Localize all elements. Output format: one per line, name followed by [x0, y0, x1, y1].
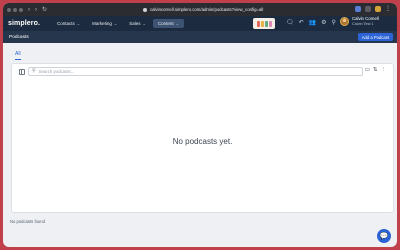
address-bar[interactable]: calvincornell.simplero.com/admin/podcast…	[143, 5, 263, 14]
history-icon[interactable]: ↶	[299, 20, 304, 26]
chevron-down-icon: ⌄	[76, 21, 81, 26]
app-logo[interactable]: simplero.	[8, 20, 40, 27]
chevron-down-icon: ⌄	[142, 21, 146, 26]
sidebar-toggle-icon[interactable]	[19, 69, 25, 75]
search-icon[interactable]: ⚲	[332, 20, 336, 26]
nav-item-label: Content	[157, 21, 174, 26]
tab-all[interactable]: All	[15, 51, 21, 60]
nav-item-content[interactable]: Content ⌄	[152, 19, 185, 28]
nav-item-sales[interactable]: Sales ⌄	[124, 19, 151, 28]
nav-item-contacts[interactable]: Contacts ⌄	[52, 19, 85, 28]
app-header: simplero. Contacts ⌄ Marketing ⌄ Sales ⌄…	[3, 16, 397, 31]
search-input[interactable]: ⚲ Search podcasts...	[28, 67, 363, 76]
avatar	[340, 17, 349, 26]
nav-item-label: Sales	[129, 21, 141, 26]
promo-badge[interactable]	[253, 18, 275, 29]
nav-item-marketing[interactable]: Marketing ⌄	[87, 19, 122, 28]
promo-badge-graphic	[264, 20, 268, 27]
back-icon[interactable]: ‹	[28, 7, 30, 13]
help-chat-button[interactable]: 💬	[377, 229, 391, 243]
chevron-down-icon: ⌄	[175, 21, 180, 26]
page-title: Podcasts	[9, 34, 29, 40]
main-nav: Contacts ⌄ Marketing ⌄ Sales ⌄ Content ⌄	[52, 19, 185, 28]
add-podcast-button[interactable]: Add a Podcast	[357, 33, 393, 41]
user-account: Calvin Test 1	[352, 21, 374, 26]
search-placeholder: Search podcasts...	[38, 69, 75, 74]
users-icon[interactable]: 👥	[309, 20, 316, 26]
chat-bubble-icon: 💬	[379, 233, 389, 240]
browser-extensions: ⋮	[355, 6, 391, 12]
podcasts-panel: ⚲ Search podcasts... ▭ ⇅ ⋮ No podcasts y…	[11, 63, 394, 213]
promo-badge-graphic	[268, 20, 272, 27]
page-header: Podcasts Add a Podcast	[3, 31, 397, 43]
profile-icon[interactable]	[375, 6, 381, 12]
settings-icon[interactable]: ⚙	[321, 20, 326, 26]
panel-tools: ▭ ⇅ ⋮	[365, 67, 387, 74]
promo-badge-graphic	[260, 20, 264, 27]
user-info: Calvin Cornell Calvin Test 1	[352, 16, 379, 26]
browser-toolbar: ‹ › ↻ calvincornell.simplero.com/admin/p…	[3, 3, 397, 16]
minimize-window-button[interactable]	[13, 7, 17, 12]
site-info-icon[interactable]	[143, 7, 147, 12]
more-options-icon[interactable]: ⋮	[381, 67, 387, 74]
nav-item-label: Marketing	[92, 21, 112, 26]
browser-menu-icon[interactable]: ⋮	[385, 6, 391, 12]
chat-icon[interactable]: 🗨	[286, 20, 294, 26]
user-menu[interactable]: Calvin Cornell Calvin Test 1	[340, 16, 379, 26]
results-status: No podcasts found	[10, 219, 45, 224]
empty-state-message: No podcasts yet.	[172, 137, 233, 146]
maximize-window-button[interactable]	[19, 7, 23, 12]
reload-icon[interactable]: ↻	[42, 7, 47, 13]
address-bar-text: calvincornell.simplero.com/admin/podcast…	[150, 7, 264, 12]
nav-item-label: Contacts	[57, 21, 75, 26]
chevron-down-icon: ⌄	[113, 21, 118, 26]
extension-icon[interactable]	[355, 6, 361, 12]
forward-icon[interactable]: ›	[35, 7, 37, 13]
promo-badge-graphic	[256, 20, 260, 27]
window-controls	[7, 7, 23, 12]
search-icon: ⚲	[32, 68, 36, 74]
browser-window: ‹ › ↻ calvincornell.simplero.com/admin/p…	[3, 3, 397, 247]
extension-icon[interactable]	[365, 6, 371, 12]
columns-icon[interactable]: ▭	[365, 67, 370, 74]
header-tools: 🗨 ↶ 👥 ⚙ ⚲	[286, 20, 336, 26]
close-window-button[interactable]	[7, 7, 11, 12]
sort-icon[interactable]: ⇅	[373, 67, 378, 74]
